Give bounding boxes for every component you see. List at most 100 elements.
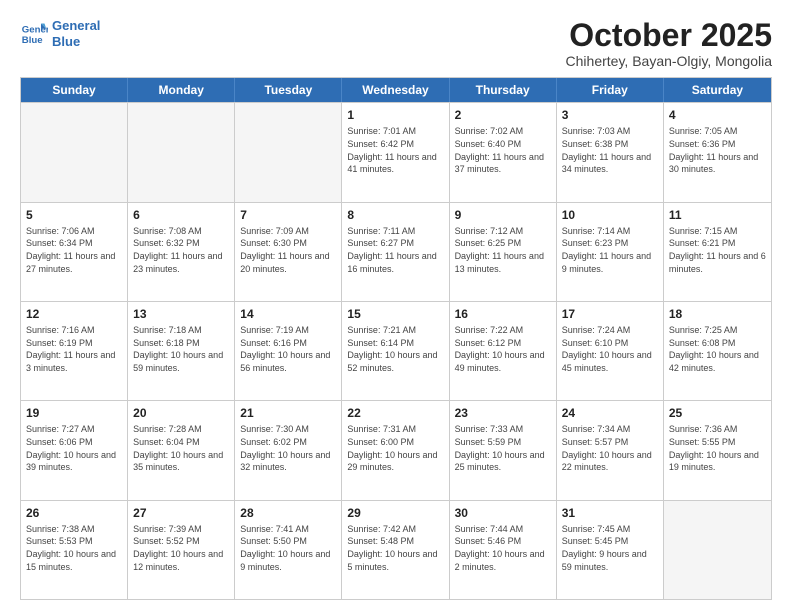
cal-cell <box>21 103 128 201</box>
cal-cell: 30 Sunrise: 7:44 AM Sunset: 5:46 PM Dayli… <box>450 501 557 599</box>
day-info: Sunrise: 7:18 AM Sunset: 6:18 PM Dayligh… <box>133 324 229 374</box>
svg-text:Blue: Blue <box>22 34 43 45</box>
cal-cell: 1 Sunrise: 7:01 AM Sunset: 6:42 PM Daylig… <box>342 103 449 201</box>
day-number: 22 <box>347 405 443 421</box>
calendar-header-row: SundayMondayTuesdayWednesdayThursdayFrid… <box>21 78 771 102</box>
day-number: 5 <box>26 207 122 223</box>
cal-cell: 24Sunrise: 7:34 AM Sunset: 5:57 PM Dayli… <box>557 401 664 499</box>
day-number: 13 <box>133 306 229 322</box>
day-info: Sunrise: 7:14 AM Sunset: 6:23 PM Dayligh… <box>562 225 658 275</box>
day-number: 3 <box>562 107 658 123</box>
day-header-monday: Monday <box>128 78 235 102</box>
day-number: 1 <box>347 107 443 123</box>
day-number: 17 <box>562 306 658 322</box>
cal-cell: 11 Sunrise: 7:15 AM Sunset: 6:21 PM Dayli… <box>664 203 771 301</box>
cal-cell: 8Sunrise: 7:11 AM Sunset: 6:27 PM Daylig… <box>342 203 449 301</box>
cal-cell: 16 Sunrise: 7:22 AM Sunset: 6:12 PM Dayli… <box>450 302 557 400</box>
day-info: Sunrise: 7:24 AM Sunset: 6:10 PM Dayligh… <box>562 324 658 374</box>
day-info: Sunrise: 7:05 AM Sunset: 6:36 PM Dayligh… <box>669 125 766 175</box>
cal-cell: 20 Sunrise: 7:28 AM Sunset: 6:04 PM Dayli… <box>128 401 235 499</box>
day-number: 6 <box>133 207 229 223</box>
cal-cell: 14Sunrise: 7:19 AM Sunset: 6:16 PM Dayli… <box>235 302 342 400</box>
day-info: Sunrise: 7:06 AM Sunset: 6:34 PM Dayligh… <box>26 225 122 275</box>
day-number: 4 <box>669 107 766 123</box>
day-info: Sunrise: 7:15 AM Sunset: 6:21 PM Dayligh… <box>669 225 766 275</box>
week-row-2: 12 Sunrise: 7:16 AM Sunset: 6:19 PM Dayli… <box>21 301 771 400</box>
cal-cell: 15Sunrise: 7:21 AM Sunset: 6:14 PM Dayli… <box>342 302 449 400</box>
day-info: Sunrise: 7:27 AM Sunset: 6:06 PM Dayligh… <box>26 423 122 473</box>
day-number: 29 <box>347 505 443 521</box>
cal-cell: 26Sunrise: 7:38 AM Sunset: 5:53 PM Dayli… <box>21 501 128 599</box>
day-number: 27 <box>133 505 229 521</box>
logo-line1: General <box>52 18 100 34</box>
day-header-thursday: Thursday <box>450 78 557 102</box>
day-number: 18 <box>669 306 766 322</box>
day-number: 23 <box>455 405 551 421</box>
calendar: SundayMondayTuesdayWednesdayThursdayFrid… <box>20 77 772 600</box>
day-header-friday: Friday <box>557 78 664 102</box>
day-info: Sunrise: 7:19 AM Sunset: 6:16 PM Dayligh… <box>240 324 336 374</box>
day-info: Sunrise: 7:44 AM Sunset: 5:46 PM Dayligh… <box>455 523 551 573</box>
day-info: Sunrise: 7:02 AM Sunset: 6:40 PM Dayligh… <box>455 125 551 175</box>
cal-cell: 21 Sunrise: 7:30 AM Sunset: 6:02 PM Dayli… <box>235 401 342 499</box>
header: General Blue General Blue October 2025 C… <box>20 18 772 69</box>
cal-cell: 13 Sunrise: 7:18 AM Sunset: 6:18 PM Dayli… <box>128 302 235 400</box>
day-info: Sunrise: 7:33 AM Sunset: 5:59 PM Dayligh… <box>455 423 551 473</box>
logo-line2: Blue <box>52 34 100 50</box>
cal-cell: 28Sunrise: 7:41 AM Sunset: 5:50 PM Dayli… <box>235 501 342 599</box>
day-info: Sunrise: 7:34 AM Sunset: 5:57 PM Dayligh… <box>562 423 658 473</box>
day-number: 9 <box>455 207 551 223</box>
cal-cell <box>128 103 235 201</box>
week-row-0: 1 Sunrise: 7:01 AM Sunset: 6:42 PM Daylig… <box>21 102 771 201</box>
week-row-3: 19 Sunrise: 7:27 AM Sunset: 6:06 PM Dayli… <box>21 400 771 499</box>
day-info: Sunrise: 7:12 AM Sunset: 6:25 PM Dayligh… <box>455 225 551 275</box>
cal-cell: 27 Sunrise: 7:39 AM Sunset: 5:52 PM Dayli… <box>128 501 235 599</box>
cal-cell: 5 Sunrise: 7:06 AM Sunset: 6:34 PM Daylig… <box>21 203 128 301</box>
day-number: 12 <box>26 306 122 322</box>
day-info: Sunrise: 7:22 AM Sunset: 6:12 PM Dayligh… <box>455 324 551 374</box>
cal-cell <box>235 103 342 201</box>
day-number: 30 <box>455 505 551 521</box>
day-number: 20 <box>133 405 229 421</box>
day-header-sunday: Sunday <box>21 78 128 102</box>
day-info: Sunrise: 7:21 AM Sunset: 6:14 PM Dayligh… <box>347 324 443 374</box>
day-info: Sunrise: 7:25 AM Sunset: 6:08 PM Dayligh… <box>669 324 766 374</box>
day-number: 25 <box>669 405 766 421</box>
day-info: Sunrise: 7:03 AM Sunset: 6:38 PM Dayligh… <box>562 125 658 175</box>
cal-cell: 22 Sunrise: 7:31 AM Sunset: 6:00 PM Dayli… <box>342 401 449 499</box>
day-info: Sunrise: 7:39 AM Sunset: 5:52 PM Dayligh… <box>133 523 229 573</box>
cal-cell: 31 Sunrise: 7:45 AM Sunset: 5:45 PM Dayli… <box>557 501 664 599</box>
day-number: 28 <box>240 505 336 521</box>
page: General Blue General Blue October 2025 C… <box>0 0 792 612</box>
day-number: 11 <box>669 207 766 223</box>
day-info: Sunrise: 7:16 AM Sunset: 6:19 PM Dayligh… <box>26 324 122 374</box>
day-number: 19 <box>26 405 122 421</box>
cal-cell: 7Sunrise: 7:09 AM Sunset: 6:30 PM Daylig… <box>235 203 342 301</box>
day-header-saturday: Saturday <box>664 78 771 102</box>
day-number: 8 <box>347 207 443 223</box>
day-number: 10 <box>562 207 658 223</box>
day-number: 21 <box>240 405 336 421</box>
cal-cell: 3 Sunrise: 7:03 AM Sunset: 6:38 PM Daylig… <box>557 103 664 201</box>
cal-cell: 12 Sunrise: 7:16 AM Sunset: 6:19 PM Dayli… <box>21 302 128 400</box>
day-number: 31 <box>562 505 658 521</box>
cal-cell: 18 Sunrise: 7:25 AM Sunset: 6:08 PM Dayli… <box>664 302 771 400</box>
day-info: Sunrise: 7:31 AM Sunset: 6:00 PM Dayligh… <box>347 423 443 473</box>
day-info: Sunrise: 7:09 AM Sunset: 6:30 PM Dayligh… <box>240 225 336 275</box>
day-header-wednesday: Wednesday <box>342 78 449 102</box>
logo: General Blue General Blue <box>20 18 100 49</box>
main-title: October 2025 <box>566 18 772 53</box>
cal-cell: 29 Sunrise: 7:42 AM Sunset: 5:48 PM Dayli… <box>342 501 449 599</box>
cal-cell: 19 Sunrise: 7:27 AM Sunset: 6:06 PM Dayli… <box>21 401 128 499</box>
day-info: Sunrise: 7:36 AM Sunset: 5:55 PM Dayligh… <box>669 423 766 473</box>
day-info: Sunrise: 7:30 AM Sunset: 6:02 PM Dayligh… <box>240 423 336 473</box>
calendar-body: 1 Sunrise: 7:01 AM Sunset: 6:42 PM Daylig… <box>21 102 771 599</box>
title-block: October 2025 Chihertey, Bayan-Olgiy, Mon… <box>566 18 772 69</box>
day-header-tuesday: Tuesday <box>235 78 342 102</box>
day-info: Sunrise: 7:42 AM Sunset: 5:48 PM Dayligh… <box>347 523 443 573</box>
day-info: Sunrise: 7:01 AM Sunset: 6:42 PM Dayligh… <box>347 125 443 175</box>
day-info: Sunrise: 7:28 AM Sunset: 6:04 PM Dayligh… <box>133 423 229 473</box>
cal-cell: 4 Sunrise: 7:05 AM Sunset: 6:36 PM Daylig… <box>664 103 771 201</box>
day-info: Sunrise: 7:45 AM Sunset: 5:45 PM Dayligh… <box>562 523 658 573</box>
day-number: 16 <box>455 306 551 322</box>
